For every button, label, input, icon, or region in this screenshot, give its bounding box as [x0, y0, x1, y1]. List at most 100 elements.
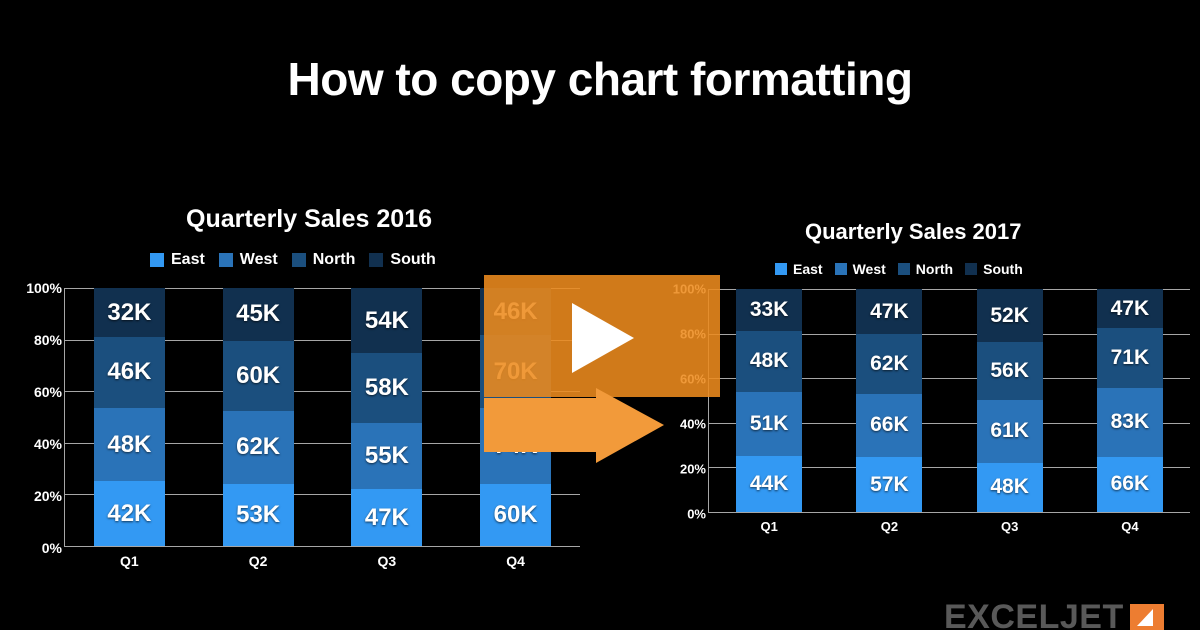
bar-value-label: 44K: [749, 472, 789, 496]
x-axis-label: Q4: [1121, 519, 1139, 534]
legend-label: South: [983, 261, 1023, 277]
bar-column-q1[interactable]: 32K 46K 48K 42K: [93, 288, 165, 546]
bar-column-q4[interactable]: 47K 71K 83K 66K: [1096, 289, 1163, 512]
bar-column-q2[interactable]: 45K 60K 62K 53K: [222, 288, 294, 546]
bar-segment-south[interactable]: 32K: [93, 288, 165, 338]
y-axis-tick: 40%: [33, 436, 62, 452]
x-axis-label: Q2: [880, 519, 899, 534]
bar-segment-south[interactable]: 33K: [736, 289, 803, 331]
bar-segment-east[interactable]: 66K: [1096, 456, 1163, 512]
bar-value-label: 47K: [364, 503, 409, 531]
bar-value-label: 57K: [870, 472, 909, 496]
bar-segment-south[interactable]: 47K: [1096, 289, 1163, 329]
right-arrow-icon: [484, 388, 664, 463]
bar-segment-south[interactable]: 52K: [976, 289, 1043, 343]
legend-entry-north[interactable]: North: [897, 261, 954, 277]
bar-segment-west[interactable]: 48K: [93, 407, 165, 482]
chart-legend: East West North South: [150, 251, 436, 269]
bar-segment-west[interactable]: 61K: [976, 399, 1043, 463]
bar-value-label: 56K: [990, 359, 1029, 383]
bar-value-label: 45K: [236, 300, 281, 328]
bar-value-label: 46K: [107, 358, 152, 386]
x-axis-label: Q1: [760, 519, 778, 534]
chart-legend: East West North South: [775, 261, 1023, 277]
legend-entry-north[interactable]: North: [291, 251, 356, 269]
y-axis-tick: 20%: [679, 461, 706, 477]
legend-entry-south[interactable]: South: [369, 251, 436, 269]
legend-swatch-icon: [897, 263, 910, 275]
bar-column-q1[interactable]: 33K 48K 51K 44K: [736, 289, 803, 512]
bar-segment-east[interactable]: 57K: [856, 457, 923, 512]
bar-value-label: 62K: [870, 351, 909, 375]
bar-value-label: 47K: [1110, 296, 1150, 320]
bar-segment-west[interactable]: 66K: [856, 393, 923, 458]
bar-segment-east[interactable]: 44K: [736, 456, 803, 512]
legend-label: East: [171, 251, 205, 268]
y-axis-tick: 100%: [26, 280, 62, 296]
bar-segment-east[interactable]: 60K: [480, 484, 552, 546]
x-axis-label: Q4: [506, 553, 525, 569]
bar-segment-east[interactable]: 53K: [222, 483, 294, 546]
legend-swatch-icon: [150, 253, 164, 267]
bar-value-label: 62K: [236, 433, 281, 461]
bar-segment-west[interactable]: 55K: [351, 423, 423, 490]
x-axis-label: Q1: [120, 553, 139, 569]
bar-value-label: 52K: [990, 303, 1029, 327]
bar-segment-north[interactable]: 56K: [976, 342, 1043, 400]
bar-value-label: 58K: [364, 374, 409, 402]
legend-swatch-icon: [369, 253, 384, 267]
legend-label: North: [312, 251, 356, 268]
legend-entry-east[interactable]: East: [150, 251, 205, 269]
bar-value-label: 53K: [236, 500, 281, 528]
bar-segment-west[interactable]: 62K: [222, 411, 294, 484]
bar-segment-south[interactable]: 54K: [351, 288, 423, 354]
bar-column-q3[interactable]: 54K 58K 55K 47K: [351, 288, 423, 546]
chart-quarterly-sales-2017: Quarterly Sales 2017 East West North South …: [650, 215, 1200, 575]
bar-segment-south[interactable]: 45K: [222, 288, 294, 341]
exceljet-arrow-icon: [1129, 604, 1164, 630]
legend-label: North: [915, 261, 954, 277]
watermark-logo: EXCELJET: [944, 600, 1164, 630]
legend-swatch-icon: [291, 253, 306, 267]
play-triangle-icon[interactable]: [572, 303, 634, 373]
bar-column-q3[interactable]: 52K 56K 61K 48K: [976, 289, 1043, 512]
bar-value-label: 61K: [990, 419, 1029, 443]
plot-wrapper: 100%80%60%40%20%0% 33K48K51K44KQ147K62K6…: [650, 282, 1195, 534]
legend-entry-east[interactable]: East: [775, 261, 823, 277]
bar-segment-north[interactable]: 46K: [93, 337, 165, 408]
x-axis-label: Q3: [377, 553, 397, 569]
bar-segment-east[interactable]: 42K: [93, 481, 165, 546]
legend-entry-west[interactable]: West: [834, 261, 886, 277]
legend-swatch-icon: [965, 263, 978, 275]
bar-segment-south[interactable]: 47K: [856, 289, 923, 335]
bar-segment-north[interactable]: 48K: [736, 330, 803, 392]
bar-segment-east[interactable]: 47K: [351, 489, 423, 546]
legend-entry-south[interactable]: South: [965, 261, 1023, 277]
bar-segment-north[interactable]: 71K: [1096, 328, 1163, 388]
bar-value-label: 42K: [107, 499, 152, 527]
bar-segment-north[interactable]: 62K: [856, 334, 923, 394]
legend-swatch-icon: [775, 263, 787, 275]
bar-value-label: 51K: [749, 411, 789, 435]
y-axis-tick: 80%: [33, 332, 62, 348]
bar-value-label: 33K: [749, 297, 789, 321]
legend-swatch-icon: [834, 263, 847, 275]
y-axis-tick: 20%: [33, 488, 62, 504]
bar-value-label: 60K: [236, 361, 281, 389]
bar-segment-east[interactable]: 48K: [976, 462, 1043, 512]
chart-title: Quarterly Sales 2016: [186, 205, 432, 233]
chart-title: Quarterly Sales 2017: [805, 219, 1022, 244]
bar-segment-north[interactable]: 60K: [222, 340, 294, 412]
bar-value-label: 66K: [870, 413, 909, 437]
plot-area: 33K 48K 51K 44K Q1 47K 62K 66K 57K Q2 52K 56K 61K 48K…: [708, 289, 1190, 534]
x-axis-label: Q2: [248, 553, 268, 569]
bar-column-q2[interactable]: 47K 62K 66K 57K: [856, 289, 923, 512]
bar-value-label: 48K: [990, 475, 1029, 499]
bar-value-label: 83K: [1110, 410, 1150, 434]
legend-entry-west[interactable]: West: [218, 251, 278, 269]
y-axis: 100% 80% 60% 40% 20% 0%: [0, 280, 62, 556]
bar-segment-west[interactable]: 83K: [1096, 387, 1163, 457]
legend-label: West: [239, 251, 278, 268]
bar-segment-west[interactable]: 51K: [736, 391, 803, 457]
bar-segment-north[interactable]: 58K: [351, 353, 423, 424]
